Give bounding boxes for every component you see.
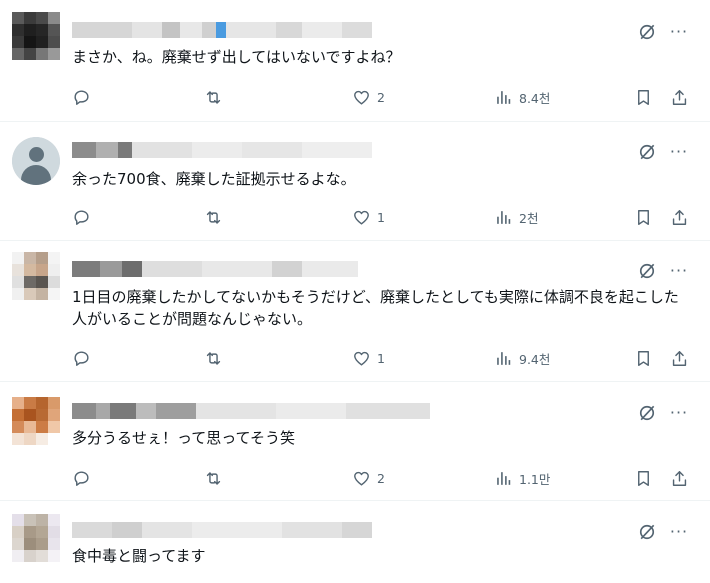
reply-text: 多分うるせぇ！って思ってそう笑 xyxy=(72,429,296,447)
avatar[interactable] xyxy=(12,12,60,60)
share-button[interactable] xyxy=(670,347,689,369)
avatar[interactable] xyxy=(12,137,60,185)
more-icon[interactable]: ··· xyxy=(669,261,689,281)
like-count: 2 xyxy=(377,470,385,486)
reply-icon xyxy=(74,209,89,225)
avatar[interactable] xyxy=(12,514,60,562)
reply-item[interactable]: ··· まさか、ね。廃棄せず出してはいないですよね？ 2 8.4천 xyxy=(0,0,710,122)
grok-icon[interactable] xyxy=(637,261,657,281)
grok-icon[interactable] xyxy=(637,22,657,42)
repost-icon xyxy=(206,90,221,104)
repost-icon xyxy=(206,210,221,224)
action-bar: 1 9.4천 xyxy=(72,347,698,369)
heart-icon xyxy=(354,210,369,225)
reply-icon xyxy=(74,89,89,105)
views-button[interactable]: 9.4천 xyxy=(494,347,550,369)
more-icon[interactable]: ··· xyxy=(669,522,689,542)
blurred-username[interactable] xyxy=(72,403,430,419)
reply-item[interactable]: ··· 多分うるせぇ！って思ってそう笑 2 1.1만 xyxy=(0,383,710,501)
bookmark-icon xyxy=(638,209,649,225)
like-count: 1 xyxy=(377,209,385,225)
reply-button[interactable] xyxy=(72,347,91,369)
bookmark-icon xyxy=(638,470,649,486)
repost-icon xyxy=(206,471,221,485)
share-button[interactable] xyxy=(670,86,689,108)
share-button[interactable] xyxy=(670,467,689,489)
views-chart-icon xyxy=(497,351,511,365)
views-button[interactable]: 1.1만 xyxy=(494,467,550,489)
like-button[interactable]: 2 xyxy=(352,86,385,108)
views-count: 2천 xyxy=(519,210,539,226)
views-count: 1.1만 xyxy=(519,471,551,487)
blurred-username[interactable] xyxy=(72,22,372,38)
bookmark-icon xyxy=(638,89,649,105)
grok-icon[interactable] xyxy=(637,142,657,162)
avatar[interactable] xyxy=(12,252,60,300)
repost-icon xyxy=(206,351,221,365)
views-chart-icon xyxy=(497,90,511,104)
reply-icon xyxy=(74,350,89,366)
like-button[interactable]: 1 xyxy=(352,347,385,369)
more-icon[interactable]: ··· xyxy=(669,403,689,423)
reply-button[interactable] xyxy=(72,206,91,228)
grok-icon[interactable] xyxy=(637,522,657,542)
bookmark-button[interactable] xyxy=(634,467,653,489)
blurred-username[interactable] xyxy=(72,142,372,158)
bookmark-icon xyxy=(638,350,649,366)
repost-button[interactable] xyxy=(204,206,223,228)
reply-text: 余った700食、廃棄した証拠示せるよな。 xyxy=(72,170,356,188)
default-avatar-icon xyxy=(12,137,60,185)
more-icon[interactable]: ··· xyxy=(669,22,689,42)
like-count: 1 xyxy=(377,350,385,366)
reply-text: 1日目の廃棄したかしてないかもそうだけど、廃棄したとしても実際に体調不良を起こし… xyxy=(72,288,679,328)
repost-button[interactable] xyxy=(204,467,223,489)
views-count: 9.4천 xyxy=(519,351,551,367)
like-count: 2 xyxy=(377,89,385,105)
grok-icon[interactable] xyxy=(637,403,657,423)
views-button[interactable]: 2천 xyxy=(494,206,538,228)
views-count: 8.4천 xyxy=(519,90,551,106)
action-bar: 1 2천 xyxy=(72,206,698,228)
action-bar: 2 1.1만 xyxy=(72,467,698,489)
bookmark-button[interactable] xyxy=(634,347,653,369)
reply-item[interactable]: ··· 食中毒と闘ってます xyxy=(0,502,710,583)
heart-icon xyxy=(354,90,369,105)
more-icon[interactable]: ··· xyxy=(669,142,689,162)
share-icon xyxy=(672,470,687,486)
blurred-username[interactable] xyxy=(72,522,372,538)
avatar[interactable] xyxy=(12,397,60,445)
reply-button[interactable] xyxy=(72,86,91,108)
bookmark-button[interactable] xyxy=(634,206,653,228)
views-button[interactable]: 8.4천 xyxy=(494,86,550,108)
share-icon xyxy=(672,209,687,225)
heart-icon xyxy=(354,471,369,486)
bookmark-button[interactable] xyxy=(634,86,653,108)
like-button[interactable]: 2 xyxy=(352,467,385,489)
reply-item[interactable]: ··· 1日目の廃棄したかしてないかもそうだけど、廃棄したとしても実際に体調不良… xyxy=(0,242,710,382)
share-icon xyxy=(672,350,687,366)
reply-text: 食中毒と闘ってます xyxy=(72,547,206,565)
repost-button[interactable] xyxy=(204,86,223,108)
reply-text: まさか、ね。廃棄せず出してはいないですよね？ xyxy=(72,48,401,66)
share-button[interactable] xyxy=(670,206,689,228)
views-chart-icon xyxy=(497,471,511,485)
share-icon xyxy=(672,89,687,105)
reply-item[interactable]: ··· 余った700食、廃棄した証拠示せるよな。 1 2천 xyxy=(0,123,710,241)
views-chart-icon xyxy=(497,210,511,224)
action-bar: 2 8.4천 xyxy=(72,86,698,108)
repost-button[interactable] xyxy=(204,347,223,369)
like-button[interactable]: 1 xyxy=(352,206,385,228)
reply-icon xyxy=(74,470,89,486)
heart-icon xyxy=(354,351,369,366)
blurred-username[interactable] xyxy=(72,261,358,277)
reply-button[interactable] xyxy=(72,467,91,489)
